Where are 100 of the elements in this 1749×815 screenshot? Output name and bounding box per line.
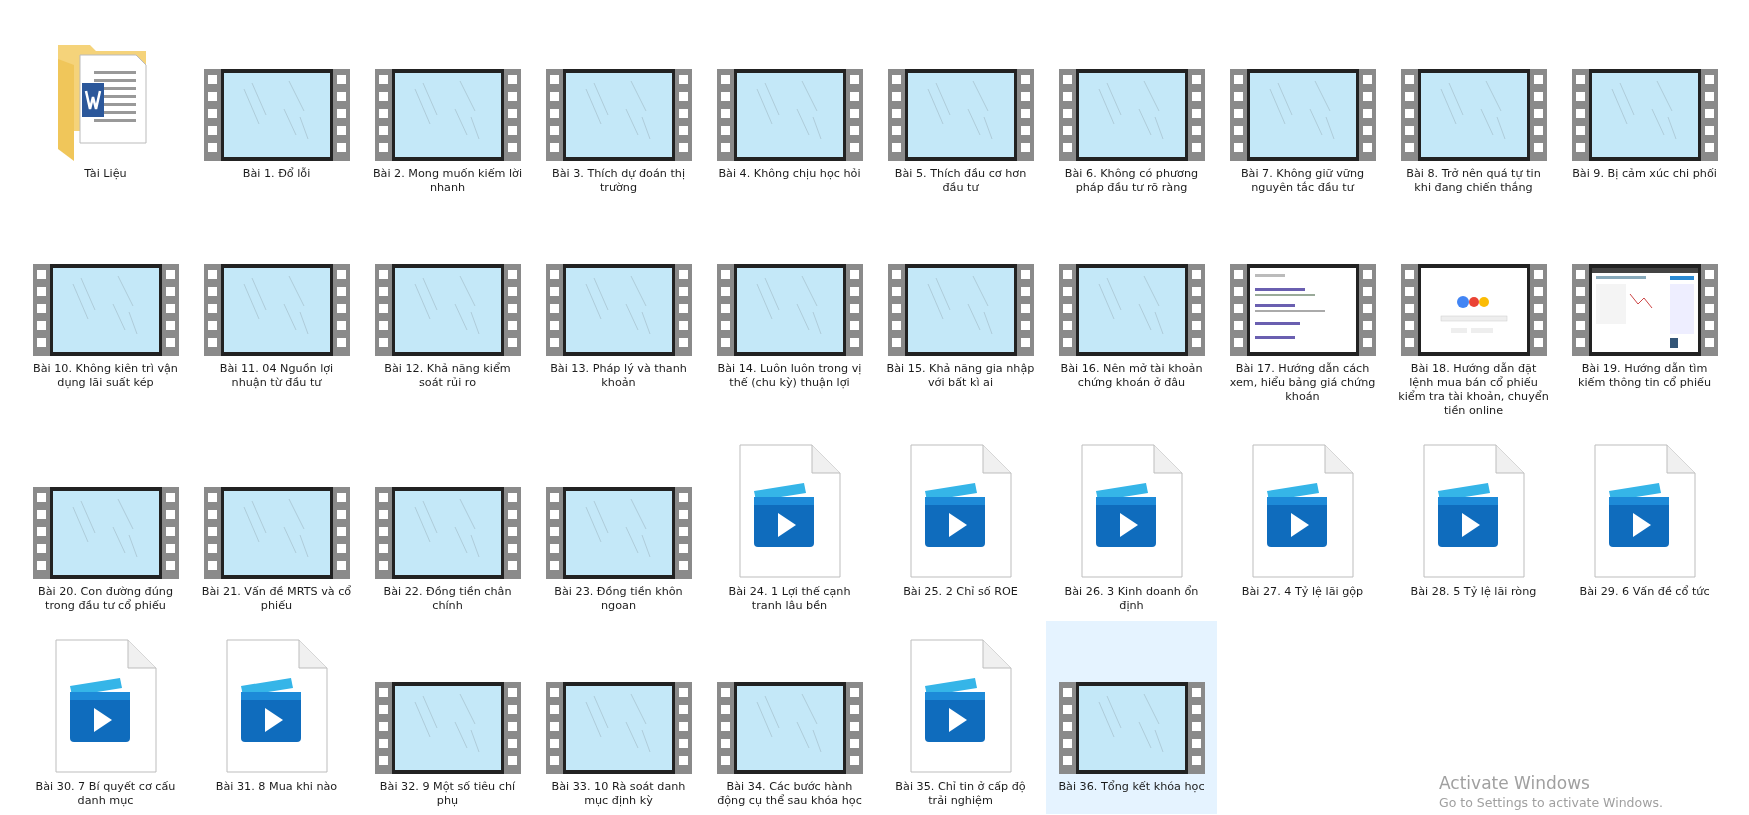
film-icon bbox=[545, 264, 692, 356]
file-name: Bài 33. 10 Rà soát danh mục định kỳ bbox=[550, 780, 687, 808]
film-icon bbox=[1400, 69, 1547, 161]
file-item[interactable]: Bài 28. 5 Tỷ lệ lãi ròng bbox=[1388, 426, 1559, 619]
file-name: Bài 30. 7 Bí quyết cơ cấu danh mục bbox=[34, 780, 177, 808]
file-item[interactable]: Bài 26. 3 Kinh doanh ổn định bbox=[1046, 426, 1217, 619]
video-file-icon bbox=[1592, 443, 1697, 579]
file-item[interactable]: Bài 6. Không có phương pháp đầu tư rõ ràng bbox=[1046, 8, 1217, 201]
file-name: Bài 9. Bị cảm xúc chi phối bbox=[1571, 167, 1718, 181]
film-icon bbox=[1058, 69, 1205, 161]
file-item[interactable]: Bài 25. 2 Chỉ số ROE bbox=[875, 426, 1046, 619]
file-name: Bài 26. 3 Kinh doanh ổn định bbox=[1063, 585, 1200, 613]
video-file-icon bbox=[53, 638, 158, 774]
file-item[interactable]: Bài 3. Thích dự đoán thị trường bbox=[533, 8, 704, 201]
file-item[interactable]: Bài 27. 4 Tỷ lệ lãi gộp bbox=[1217, 426, 1388, 619]
file-name: Bài 14. Luôn luôn trong vị thế (chu kỳ) thuận lợi bbox=[716, 362, 863, 390]
file-name: Bài 27. 4 Tỷ lệ lãi gộp bbox=[1240, 585, 1365, 599]
file-item[interactable]: Bài 33. 10 Rà soát danh mục định kỳ bbox=[533, 621, 704, 814]
video-file-icon bbox=[1421, 443, 1526, 579]
video-file-icon bbox=[224, 638, 329, 774]
film-icon bbox=[374, 682, 521, 774]
film-icon bbox=[1571, 69, 1718, 161]
file-item[interactable]: Bài 20. Con đường đúng trong đầu tư cổ phiếu bbox=[20, 426, 191, 619]
file-name: Bài 23. Đồng tiền khôn ngoan bbox=[553, 585, 684, 613]
film-icon bbox=[545, 682, 692, 774]
file-name: Bài 36. Tổng kết khóa học bbox=[1057, 780, 1206, 794]
file-name: Bài 21. Vấn đề MRTS và cổ phiếu bbox=[200, 585, 353, 613]
video-file-icon bbox=[1250, 443, 1355, 579]
file-name: Bài 6. Không có phương pháp đầu tư rõ ràng bbox=[1063, 167, 1200, 195]
file-item[interactable]: Bài 7. Không giữ vững nguyên tắc đầu tư bbox=[1217, 8, 1388, 201]
video-file-icon bbox=[737, 443, 842, 579]
film-icon bbox=[374, 69, 521, 161]
file-name: Bài 1. Đổ lỗi bbox=[241, 167, 312, 181]
file-item[interactable]: Bài 9. Bị cảm xúc chi phối bbox=[1559, 8, 1730, 201]
file-item[interactable]: Tài Liệu bbox=[20, 8, 191, 201]
activation-text: Go to Settings to activate Windows. bbox=[1439, 794, 1663, 812]
file-name: Bài 8. Trở nên quá tự tin khi đang chiến thắng bbox=[1405, 167, 1542, 195]
file-item[interactable]: Bài 24. 1 Lợi thế cạnh tranh lâu bền bbox=[704, 426, 875, 619]
film-icon bbox=[545, 69, 692, 161]
film-icon bbox=[716, 682, 863, 774]
file-name: Bài 11. 04 Nguồn lợi nhuận từ đầu tư bbox=[218, 362, 335, 390]
file-item[interactable]: Bài 21. Vấn đề MRTS và cổ phiếu bbox=[191, 426, 362, 619]
file-item[interactable]: Bài 35. Chỉ tin ở cấp độ trải nghiệm bbox=[875, 621, 1046, 814]
file-name: Bài 35. Chỉ tin ở cấp độ trải nghiệm bbox=[894, 780, 1027, 808]
file-name: Bài 24. 1 Lợi thế cạnh tranh lâu bền bbox=[727, 585, 852, 613]
video-file-icon bbox=[1079, 443, 1184, 579]
film-icon bbox=[32, 264, 179, 356]
file-item[interactable]: Bài 18. Hướng dẫn đặt lệnh mua bán cổ phiếu kiểm tra tài khoản, chuyển tiền online bbox=[1388, 203, 1559, 424]
file-item[interactable]: Bài 8. Trở nên quá tự tin khi đang chiến thắng bbox=[1388, 8, 1559, 201]
film-icon bbox=[545, 487, 692, 579]
file-item[interactable]: Bài 31. 8 Mua khi nào bbox=[191, 621, 362, 814]
film-icon bbox=[1229, 69, 1376, 161]
file-name: Bài 17. Hướng dẫn cách xem, hiểu bảng giá chứng khoán bbox=[1228, 362, 1377, 404]
file-item[interactable]: Bài 36. Tổng kết khóa học bbox=[1046, 621, 1217, 814]
file-item[interactable]: Bài 32. 9 Một số tiêu chí phụ bbox=[362, 621, 533, 814]
file-name: Bài 20. Con đường đúng trong đầu tư cổ phiếu bbox=[37, 585, 174, 613]
file-item[interactable]: Bài 2. Mong muốn kiếm lời nhanh bbox=[362, 8, 533, 201]
film-icon bbox=[374, 264, 521, 356]
file-item[interactable]: Bài 4. Không chịu học hỏi bbox=[704, 8, 875, 201]
film-icon bbox=[32, 487, 179, 579]
file-item[interactable]: Bài 10. Không kiên trì vận dụng lãi suất kép bbox=[20, 203, 191, 424]
film-icon bbox=[203, 69, 350, 161]
file-name: Bài 4. Không chịu học hỏi bbox=[717, 167, 862, 181]
file-item[interactable]: Bài 16. Nên mở tài khoản chứng khoán ở đâu bbox=[1046, 203, 1217, 424]
film-icon bbox=[887, 69, 1034, 161]
activation-title: Activate Windows bbox=[1439, 772, 1591, 794]
film-icon bbox=[716, 264, 863, 356]
file-item[interactable]: Bài 29. 6 Vấn đề cổ tức bbox=[1559, 426, 1730, 619]
file-item[interactable]: Bài 1. Đổ lỗi bbox=[191, 8, 362, 201]
file-item[interactable]: Bài 19. Hướng dẫn tìm kiếm thông tin cổ phiếu bbox=[1559, 203, 1730, 424]
file-name: Tài Liệu bbox=[83, 167, 128, 181]
file-name: Bài 3. Thích dự đoán thị trường bbox=[550, 167, 686, 195]
file-name: Bài 31. 8 Mua khi nào bbox=[214, 780, 339, 794]
file-name: Bài 28. 5 Tỷ lệ lãi ròng bbox=[1409, 585, 1538, 599]
file-item[interactable]: Bài 11. 04 Nguồn lợi nhuận từ đầu tư bbox=[191, 203, 362, 424]
file-name: Bài 22. Đồng tiền chân chính bbox=[382, 585, 513, 613]
file-name: Bài 7. Không giữ vững nguyên tắc đầu tư bbox=[1239, 167, 1366, 195]
file-name: Bài 2. Mong muốn kiếm lời nhanh bbox=[371, 167, 524, 195]
video-file-icon bbox=[908, 443, 1013, 579]
file-name: Bài 12. Khả năng kiểm soát rủi ro bbox=[383, 362, 512, 390]
file-name: Bài 16. Nên mở tài khoản chứng khoán ở đâu bbox=[1059, 362, 1204, 390]
film-icon bbox=[887, 264, 1034, 356]
film-icon bbox=[716, 69, 863, 161]
video-file-icon bbox=[908, 638, 1013, 774]
file-name: Bài 19. Hướng dẫn tìm kiếm thông tin cổ phiếu bbox=[1577, 362, 1712, 390]
file-name: Bài 25. 2 Chỉ số ROE bbox=[902, 585, 1019, 599]
film-icon bbox=[1058, 264, 1205, 356]
file-item[interactable]: Bài 13. Pháp lý và thanh khoản bbox=[533, 203, 704, 424]
film-icon bbox=[203, 264, 350, 356]
film-icon bbox=[374, 487, 521, 579]
file-item[interactable]: Bài 30. 7 Bí quyết cơ cấu danh mục bbox=[20, 621, 191, 814]
file-item[interactable]: Bài 23. Đồng tiền khôn ngoan bbox=[533, 426, 704, 619]
file-item[interactable]: Bài 14. Luôn luôn trong vị thế (chu kỳ) thuận lợi bbox=[704, 203, 875, 424]
file-item[interactable]: Bài 17. Hướng dẫn cách xem, hiểu bảng giá chứng khoán bbox=[1217, 203, 1388, 424]
file-item[interactable]: Bài 22. Đồng tiền chân chính bbox=[362, 426, 533, 619]
file-item[interactable]: Bài 5. Thích đầu cơ hơn đầu tư bbox=[875, 8, 1046, 201]
file-item[interactable]: Bài 34. Các bước hành động cụ thể sau khóa học bbox=[704, 621, 875, 814]
file-item[interactable]: Bài 12. Khả năng kiểm soát rủi ro bbox=[362, 203, 533, 424]
file-item[interactable]: Bài 15. Khả năng gia nhập với bất kì ai bbox=[875, 203, 1046, 424]
file-name: Bài 15. Khả năng gia nhập với bất kì ai bbox=[885, 362, 1036, 390]
